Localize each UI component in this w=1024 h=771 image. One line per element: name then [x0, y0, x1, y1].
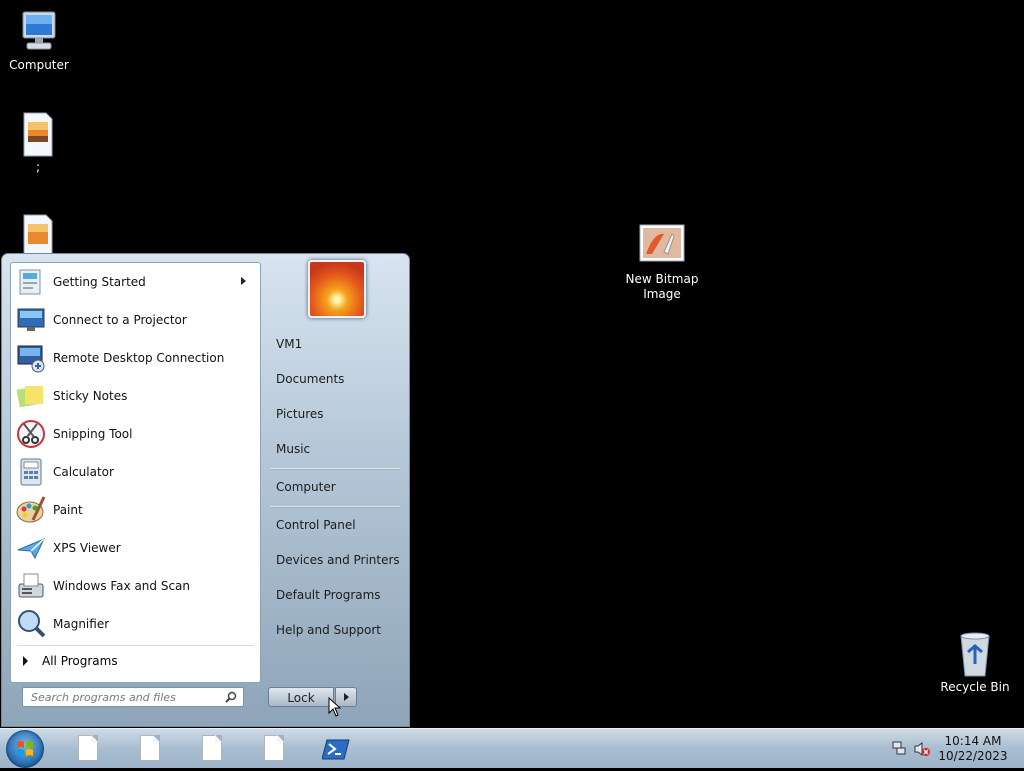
desktop-icon-new-bitmap[interactable]: New Bitmap Image — [624, 222, 700, 302]
divider — [270, 506, 400, 508]
divider — [17, 645, 254, 646]
search-input[interactable] — [23, 688, 227, 706]
right-triangle-icon — [23, 656, 28, 666]
program-label: Windows Fax and Scan — [53, 579, 191, 593]
taskbar: 10:14 AM 10/22/2023 — [0, 728, 1024, 768]
search-icon[interactable] — [225, 691, 237, 703]
user-avatar[interactable] — [308, 260, 366, 318]
mouse-cursor-icon — [328, 697, 342, 717]
desktop-icon-computer[interactable]: Computer — [1, 8, 77, 73]
program-paint[interactable]: Paint — [13, 492, 258, 528]
program-label: Sticky Notes — [53, 389, 128, 403]
lock-button[interactable]: Lock — [268, 687, 334, 707]
program-snipping-tool[interactable]: Snipping Tool — [13, 416, 258, 452]
document-icon — [202, 735, 222, 761]
program-label: Remote Desktop Connection — [53, 351, 225, 365]
program-xps-viewer[interactable]: XPS Viewer — [13, 530, 258, 566]
remote-desktop-icon — [15, 342, 47, 374]
taskbar-document-button[interactable] — [198, 735, 226, 763]
taskbar-document-button[interactable] — [260, 735, 288, 763]
programs-pane: Getting Started Connect to a Projector R… — [10, 262, 261, 683]
right-link-help-and-support[interactable]: Help and Support — [276, 623, 381, 637]
program-sticky-notes[interactable]: Sticky Notes — [13, 378, 258, 414]
program-label: Magnifier — [53, 617, 110, 631]
right-link-computer[interactable]: Computer — [276, 480, 336, 494]
desktop-icon-label: Computer — [9, 58, 69, 72]
recycle-bin-icon — [951, 630, 999, 678]
desktop-icon-label: Recycle Bin — [940, 680, 1010, 694]
projector-icon — [15, 304, 47, 336]
powershell-icon — [321, 739, 350, 760]
computer-icon — [15, 8, 63, 56]
all-programs-button[interactable]: All Programs — [17, 649, 253, 673]
desktop-icon-recycle-bin[interactable]: Recycle Bin — [937, 630, 1013, 695]
document-icon — [264, 735, 284, 761]
divider — [270, 468, 400, 470]
program-remote-desktop[interactable]: Remote Desktop Connection — [13, 340, 258, 376]
right-link-devices-and-printers[interactable]: Devices and Printers — [276, 553, 400, 567]
magnifier-icon — [15, 608, 47, 640]
fax-icon — [15, 570, 47, 602]
paint-palette-icon — [15, 494, 47, 526]
all-programs-label: All Programs — [42, 654, 118, 668]
bitmap-image-icon — [638, 222, 686, 270]
program-getting-started[interactable]: Getting Started — [13, 264, 258, 300]
program-calculator[interactable]: Calculator — [13, 454, 258, 490]
right-link-pictures[interactable]: Pictures — [276, 407, 324, 421]
clock[interactable]: 10:14 AM 10/22/2023 — [936, 734, 1010, 764]
taskbar-document-button[interactable] — [74, 735, 102, 763]
search-box — [22, 687, 244, 707]
scissors-icon — [15, 418, 47, 450]
right-link-documents[interactable]: Documents — [276, 372, 344, 386]
document-icon — [78, 735, 98, 761]
clock-time: 10:14 AM — [944, 734, 1002, 748]
start-button[interactable] — [6, 730, 44, 768]
volume-muted-icon[interactable] — [914, 741, 930, 757]
program-label: Paint — [53, 503, 83, 517]
program-windows-fax-and-scan[interactable]: Windows Fax and Scan — [13, 568, 258, 604]
program-label: Getting Started — [53, 275, 146, 289]
taskbar-document-button[interactable] — [136, 735, 164, 763]
program-label: Snipping Tool — [53, 427, 133, 441]
program-connect-to-projector[interactable]: Connect to a Projector — [13, 302, 258, 338]
start-menu: Getting Started Connect to a Projector R… — [1, 253, 410, 727]
sticky-notes-icon — [15, 380, 47, 412]
clock-date: 10/22/2023 — [938, 749, 1008, 763]
right-link-user[interactable]: VM1 — [276, 337, 302, 351]
right-link-default-programs[interactable]: Default Programs — [276, 588, 381, 602]
xps-viewer-icon — [15, 532, 47, 564]
right-link-music[interactable]: Music — [276, 442, 310, 456]
submenu-arrow-icon — [241, 277, 246, 285]
program-label: XPS Viewer — [53, 541, 121, 555]
program-magnifier[interactable]: Magnifier — [13, 606, 258, 642]
document-icon — [140, 735, 160, 761]
taskbar-powershell-button[interactable] — [321, 735, 350, 763]
windows-logo-icon — [17, 741, 33, 756]
network-icon[interactable] — [892, 741, 906, 755]
right-link-control-panel[interactable]: Control Panel — [276, 518, 356, 532]
desktop-icon-label: ; — [35, 160, 41, 174]
calculator-icon — [15, 456, 47, 488]
program-label: Calculator — [53, 465, 114, 479]
program-label: Connect to a Projector — [53, 313, 187, 327]
image-file-icon — [14, 110, 62, 158]
getting-started-icon — [15, 266, 47, 298]
desktop-icon-label: New Bitmap Image — [625, 272, 699, 301]
desktop-icon-image-file[interactable]: ; — [0, 110, 76, 175]
